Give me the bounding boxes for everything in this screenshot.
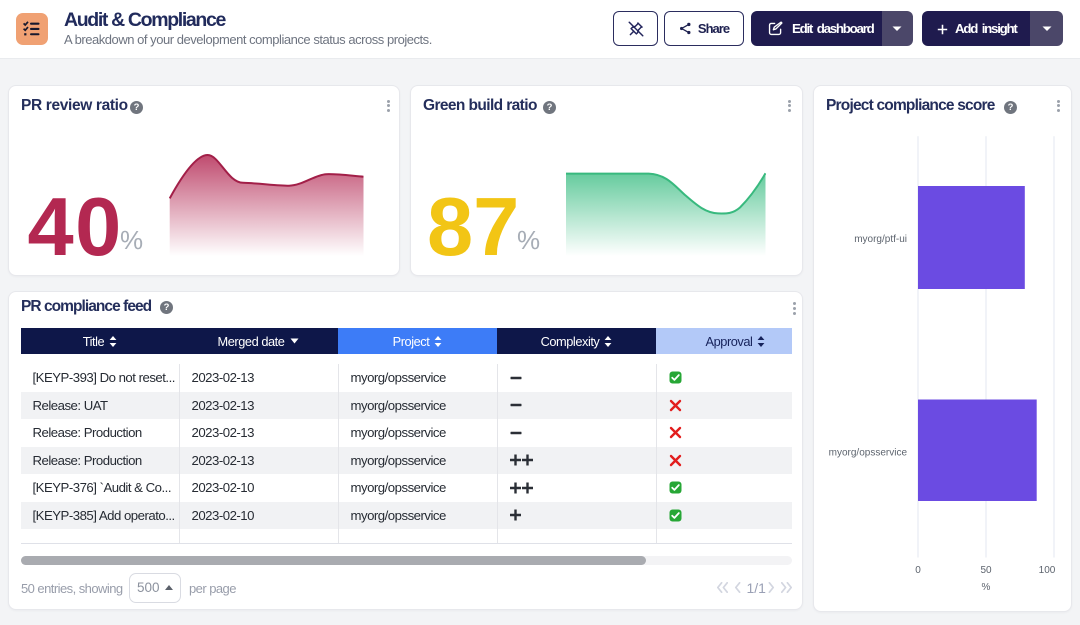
svg-text:100: 100 xyxy=(1039,565,1056,576)
svg-text:myorg/ptf-ui: myorg/ptf-ui xyxy=(854,234,907,245)
svg-text:50: 50 xyxy=(980,565,992,576)
svg-text:myorg/opsservice: myorg/opsservice xyxy=(829,447,908,458)
svg-text:0: 0 xyxy=(915,565,921,576)
svg-text:%: % xyxy=(982,582,991,593)
